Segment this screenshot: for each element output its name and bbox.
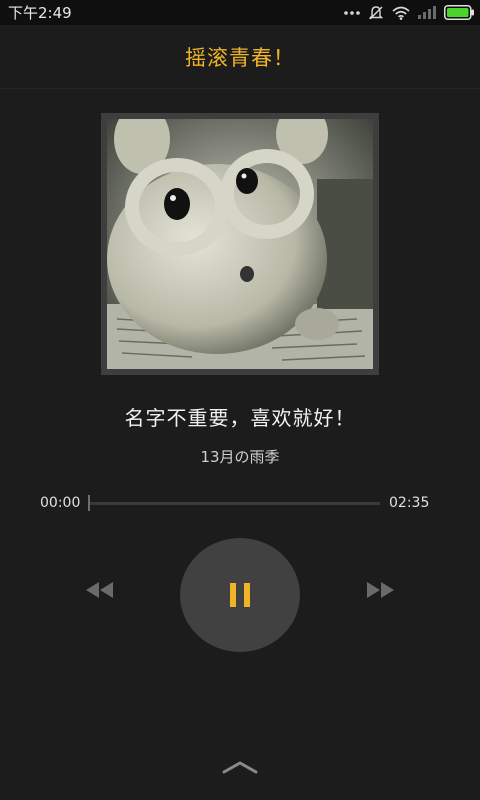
song-title: 名字不重要，喜欢就好！ [124, 406, 356, 430]
notifications-muted-icon [368, 5, 384, 21]
expand-button[interactable] [221, 754, 259, 780]
seek-bar[interactable] [89, 502, 380, 505]
artist-name: 13月の雨季 [200, 448, 280, 466]
battery-icon [444, 5, 474, 20]
header: 摇滚青春！ [0, 25, 480, 89]
more-dots-icon [344, 10, 360, 16]
status-icons [344, 5, 474, 21]
total-time: 02:35 [389, 495, 430, 511]
rewind-icon [86, 582, 113, 598]
signal-icon [418, 6, 436, 19]
wifi-icon [392, 6, 410, 20]
chevron-up-icon [222, 761, 258, 774]
previous-button[interactable] [78, 575, 120, 605]
page-title: 摇滚青春！ [185, 45, 295, 70]
seek-handle[interactable] [88, 495, 90, 511]
status-time: 下午2:49 [8, 4, 72, 22]
album-cover [101, 113, 379, 375]
status-bar: 下午2:49 [0, 0, 480, 25]
album-art-image [107, 119, 373, 369]
fast-forward-icon [367, 582, 394, 598]
play-pause-button[interactable] [180, 538, 300, 652]
pause-icon [230, 583, 250, 607]
current-time: 00:00 [40, 495, 81, 511]
next-button[interactable] [360, 575, 402, 605]
